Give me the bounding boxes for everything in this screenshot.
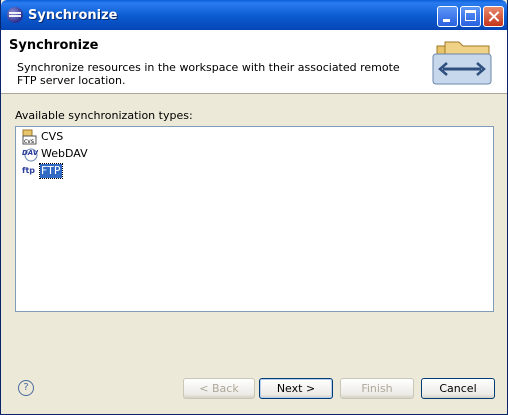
help-icon[interactable]: ? bbox=[18, 380, 34, 396]
list-item-webdav[interactable]: DAV WebDAV bbox=[22, 146, 89, 162]
list-item-cvs[interactable]: cvs CVS bbox=[22, 129, 64, 145]
wizard-description: Synchronize resources in the workspace w… bbox=[17, 61, 400, 87]
next-button[interactable]: Next > bbox=[259, 378, 333, 399]
wizard-title: Synchronize bbox=[9, 38, 99, 53]
maximize-button[interactable] bbox=[460, 6, 481, 27]
close-button[interactable] bbox=[483, 6, 504, 27]
svg-text:DAV: DAV bbox=[22, 149, 38, 157]
cancel-button[interactable]: Cancel bbox=[421, 378, 495, 399]
cvs-icon: cvs bbox=[22, 129, 37, 145]
svg-text:cvs: cvs bbox=[24, 138, 34, 145]
eclipse-icon bbox=[7, 7, 23, 23]
list-item-label: CVS bbox=[41, 130, 64, 143]
finish-button[interactable]: Finish bbox=[340, 378, 414, 399]
list-item-label: FTP bbox=[39, 163, 63, 179]
webdav-icon: DAV bbox=[22, 148, 38, 162]
list-item-ftp[interactable]: ftp FTP bbox=[22, 163, 63, 179]
sync-types-list[interactable]: cvs CVS DAV WebDAV ftp FTP bbox=[15, 126, 494, 312]
list-item-label: WebDAV bbox=[41, 147, 88, 160]
minimize-button[interactable] bbox=[437, 6, 458, 27]
wizard-header: Synchronize Synchronize resources in the… bbox=[1, 30, 507, 94]
title-bar[interactable]: Synchronize bbox=[1, 0, 507, 30]
back-button[interactable]: < Back bbox=[183, 378, 255, 399]
svg-text:ftp: ftp bbox=[22, 166, 35, 175]
sync-types-label: Available synchronization types: bbox=[15, 109, 193, 122]
ftp-icon: ftp bbox=[22, 166, 35, 175]
window-title: Synchronize bbox=[28, 8, 118, 23]
synchronize-dialog: Synchronize Synchronize Synchronize reso… bbox=[0, 0, 508, 415]
synchronize-banner-icon bbox=[432, 41, 492, 85]
